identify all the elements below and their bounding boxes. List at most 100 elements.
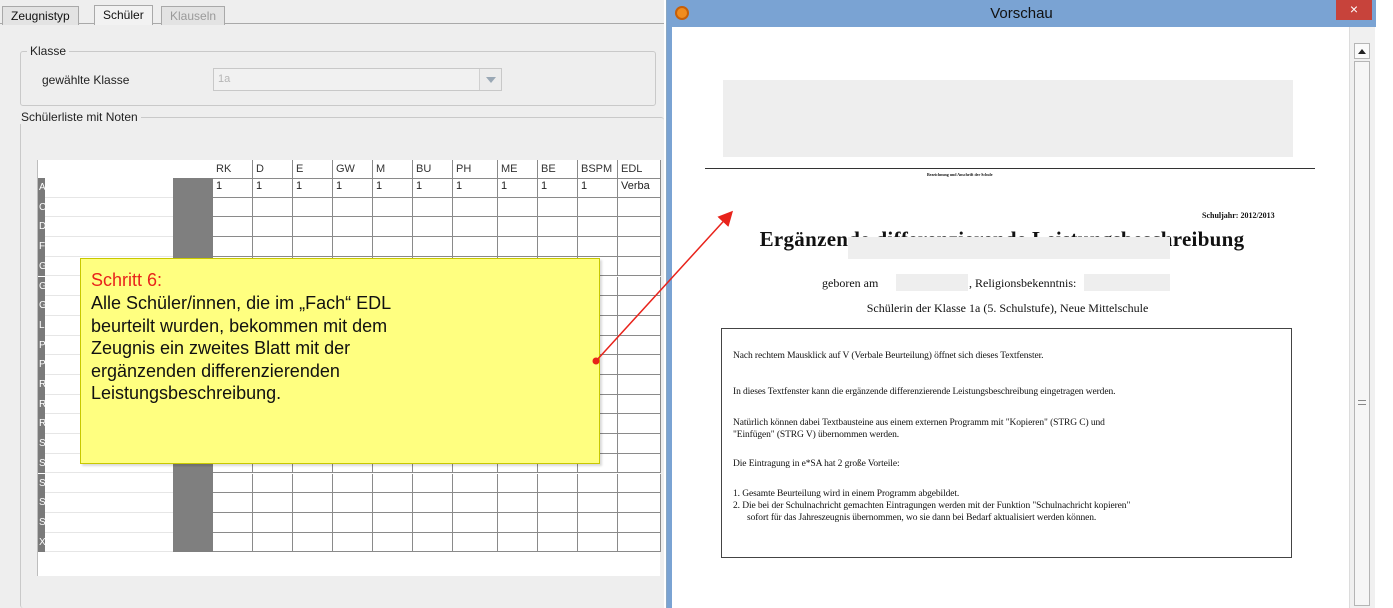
row-header[interactable]: P [38,355,45,375]
grade-cell[interactable]: 1 [253,178,293,198]
grade-cell[interactable] [618,532,661,553]
grade-cell[interactable] [413,532,453,553]
grade-cell[interactable]: 1 [498,178,538,198]
row-header[interactable]: R [38,414,45,435]
column-header[interactable]: RK [213,160,253,178]
grade-cell[interactable] [578,512,618,533]
grade-cell[interactable] [253,197,293,218]
grade-cell[interactable] [213,237,253,257]
student-name-cell[interactable] [45,532,173,553]
row-header[interactable]: A [38,178,45,198]
row-header[interactable]: R [38,375,45,395]
grade-cell[interactable] [618,256,661,277]
grade-cell[interactable] [413,473,453,494]
row-header[interactable]: S [38,473,45,494]
grade-cell[interactable] [618,434,661,454]
grade-cell[interactable] [213,217,253,238]
grade-cell[interactable] [293,532,333,553]
column-header[interactable]: BU [413,160,453,178]
grade-cell[interactable] [413,217,453,238]
row-header[interactable]: S [38,434,45,454]
grade-cell[interactable] [453,197,498,218]
grade-cell[interactable] [618,296,661,316]
grade-cell[interactable] [293,512,333,533]
grade-cell[interactable] [538,512,578,533]
close-button[interactable]: × [1336,0,1372,20]
grade-cell[interactable] [578,473,618,494]
grade-cell[interactable] [453,473,498,494]
column-header[interactable]: ME [498,160,538,178]
grade-cell[interactable] [538,493,578,513]
row-header[interactable]: G [38,296,45,316]
grade-cell[interactable] [618,473,661,494]
grade-cell[interactable] [293,493,333,513]
student-name-cell[interactable] [45,178,173,198]
student-name-cell[interactable] [45,217,173,238]
chevron-down-icon[interactable] [479,69,501,90]
grade-cell[interactable] [618,276,661,297]
grade-cell[interactable] [618,414,661,435]
grade-cell[interactable] [578,493,618,513]
grade-cell[interactable] [413,512,453,533]
grade-cell[interactable] [253,237,293,257]
grade-cell[interactable] [293,473,333,494]
grade-cell[interactable] [618,453,661,474]
grade-cell[interactable] [498,217,538,238]
grade-cell[interactable] [293,237,333,257]
grade-cell[interactable]: Verba [618,178,661,198]
student-name-cell[interactable] [45,493,173,513]
grade-cell[interactable] [578,197,618,218]
leistungsbeschreibung-textbox[interactable]: Nach rechtem Mausklick auf V (Verbale Be… [721,328,1292,558]
grade-cell[interactable] [333,197,373,218]
grade-cell[interactable] [373,217,413,238]
grade-cell[interactable] [253,473,293,494]
row-header[interactable]: S [38,512,45,533]
grade-cell[interactable] [333,493,373,513]
grade-cell[interactable] [413,493,453,513]
grade-cell[interactable] [333,473,373,494]
grade-cell[interactable] [253,532,293,553]
grade-cell[interactable] [538,532,578,553]
grade-cell[interactable] [373,512,413,533]
grade-cell[interactable]: 1 [373,178,413,198]
grade-cell[interactable] [498,237,538,257]
grade-cell[interactable] [618,375,661,395]
row-header[interactable]: P [38,335,45,356]
student-name-cell[interactable] [45,473,173,494]
grade-cell[interactable]: 1 [413,178,453,198]
grade-cell[interactable] [618,217,661,238]
column-header[interactable]: BSPM [578,160,618,178]
grade-cell[interactable] [413,197,453,218]
grade-cell[interactable] [213,493,253,513]
grade-cell[interactable] [618,355,661,375]
grade-cell[interactable] [578,237,618,257]
row-header[interactable]: F [38,237,45,257]
grade-cell[interactable] [538,197,578,218]
grade-cell[interactable] [498,532,538,553]
grade-cell[interactable] [413,237,453,257]
grade-cell[interactable]: 1 [453,178,498,198]
grade-cell[interactable] [253,493,293,513]
preview-scrollbar[interactable] [1349,27,1375,608]
scroll-thumb[interactable] [1354,61,1370,606]
row-header[interactable]: C [38,197,45,218]
grade-cell[interactable] [498,197,538,218]
grade-cell[interactable] [453,512,498,533]
grade-cell[interactable]: 1 [578,178,618,198]
grade-cell[interactable] [618,512,661,533]
grade-cell[interactable] [538,217,578,238]
grade-cell[interactable] [618,493,661,513]
row-header[interactable]: D [38,217,45,238]
row-header[interactable]: S [38,453,45,474]
grade-cell[interactable] [453,532,498,553]
grade-cell[interactable] [293,217,333,238]
row-header[interactable]: X [38,532,45,553]
column-header[interactable]: EDL [618,160,661,178]
student-name-cell[interactable] [45,237,173,257]
grade-cell[interactable] [618,335,661,356]
grade-cell[interactable] [213,197,253,218]
grade-cell[interactable] [333,512,373,533]
scroll-up-button[interactable] [1354,43,1370,59]
grade-cell[interactable] [538,473,578,494]
klasse-select[interactable]: 1a [213,68,502,91]
